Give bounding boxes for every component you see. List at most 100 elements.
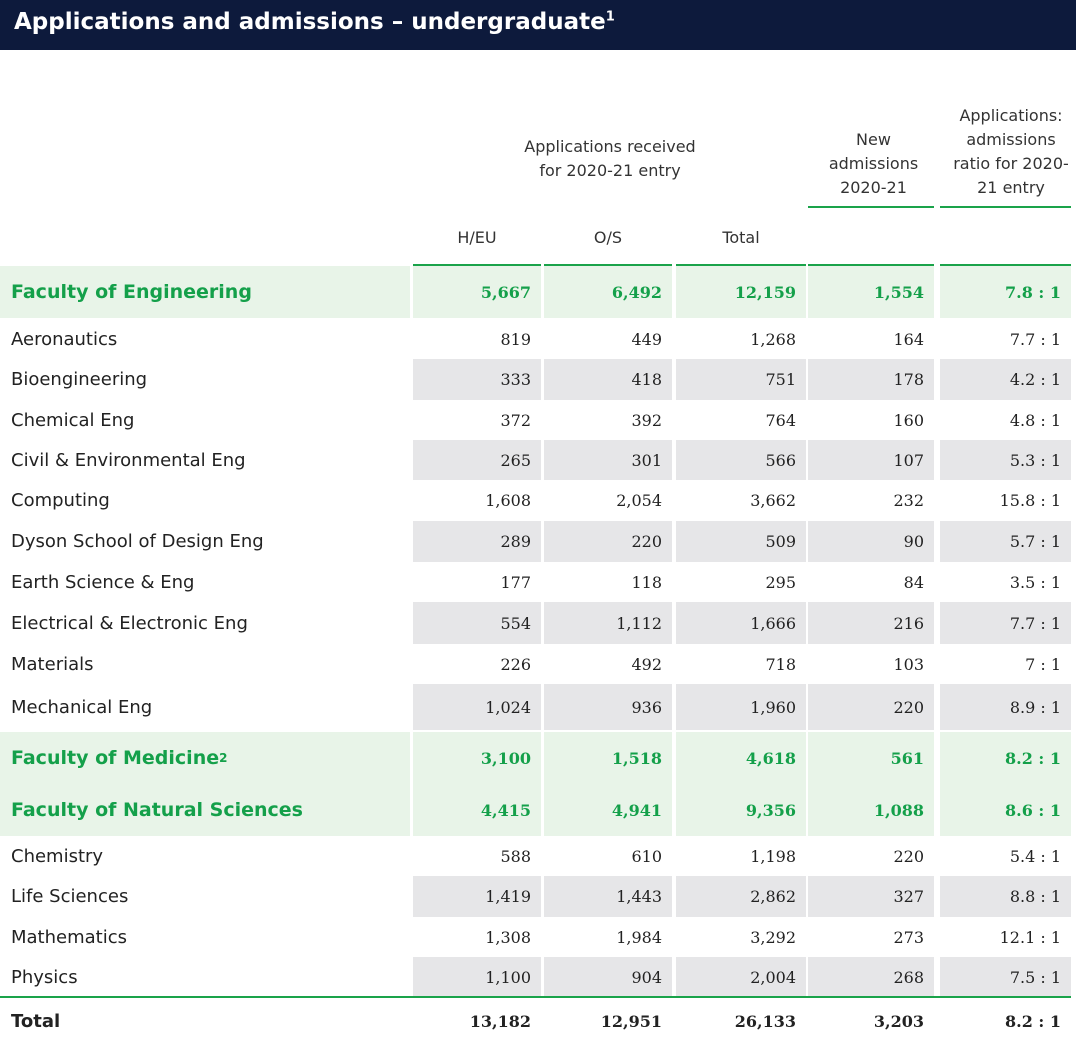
table-row: Electrical & Electronic Eng 554 1,112 1,666… — [0, 602, 1076, 644]
cell-new: 216 — [808, 602, 934, 644]
cell-ratio: 12.1 : 1 — [999, 927, 1061, 947]
total-rule — [0, 996, 1071, 998]
row-label: Faculty of Natural Sciences — [0, 784, 410, 836]
cell-ratio: 5.3 : 1 — [940, 440, 1071, 480]
cell-os: 4,941 — [544, 784, 672, 836]
row-label-text: Chemistry — [11, 845, 104, 867]
cell-os: 904 — [544, 957, 672, 997]
cell-total: 751 — [676, 359, 806, 400]
table-row: Chemical Eng 372 392 764 160 4.8 : 1 — [0, 400, 1076, 440]
cell-os: 936 — [544, 684, 672, 730]
row-label-text: Electrical & Electronic Eng — [11, 612, 248, 634]
row-label: Aeronautics — [0, 319, 410, 359]
row-label: Electrical & Electronic Eng — [0, 602, 410, 644]
cell-ratio: 5.7 : 1 — [940, 521, 1071, 562]
cell-total: 1,666 — [676, 602, 806, 644]
cell-total: 1,268 — [750, 329, 796, 349]
cell-ratio: 4.8 : 1 — [1009, 410, 1061, 430]
cell-ratio: 7.5 : 1 — [940, 957, 1071, 997]
header-rule — [940, 264, 1071, 266]
cell-os: 118 — [631, 572, 662, 592]
row-label: Faculty of Engineering — [0, 266, 410, 318]
cell-new: 1,554 — [808, 266, 934, 318]
cell-total: 12,159 — [676, 266, 806, 318]
cell-heu: 588 — [500, 846, 531, 866]
title-bar: Applications and admissions – undergradu… — [0, 0, 1076, 50]
header-heu: H/EU — [457, 228, 497, 247]
cell-heu: 226 — [500, 654, 531, 674]
table-row: Aeronautics 819 449 1,268 164 7.7 : 1 — [0, 319, 1076, 359]
row-label-text: Faculty of Medicine — [11, 747, 220, 769]
header-new-admissions: New admissions 2020-21 — [828, 130, 919, 197]
rule-new-admissions — [808, 206, 934, 208]
cell-heu: 1,308 — [485, 927, 531, 947]
cell-heu: 3,100 — [413, 732, 541, 784]
row-label: Mathematics — [0, 917, 410, 957]
faculty-row: Faculty of Medicine 2 3,100 1,518 4,618 561 8.… — [0, 732, 1076, 784]
table-row: Bioengineering 333 418 751 178 4.2 : 1 — [0, 359, 1076, 400]
table-row: Life Sciences 1,419 1,443 2,862 327 8.8 : 1 — [0, 876, 1076, 917]
cell-total: 26,133 — [734, 1011, 796, 1031]
title-text: Applications and admissions – undergradu… — [14, 9, 606, 35]
cell-ratio: 15.8 : 1 — [999, 491, 1061, 510]
cell-heu: 333 — [413, 359, 541, 400]
row-label-text: Aeronautics — [11, 328, 118, 350]
table-row: Computing 1,608 2,054 3,662 232 15.8 : 1 — [0, 480, 1076, 521]
cell-new: 107 — [808, 440, 934, 480]
cell-os: 1,984 — [616, 927, 662, 947]
total-row: Total 13,182 12,951 26,133 3,203 8.2 : 1 — [0, 1000, 1076, 1042]
row-label: Total — [0, 1000, 410, 1042]
row-label: Bioengineering — [0, 359, 410, 400]
cell-new: 90 — [808, 521, 934, 562]
cell-os: 392 — [631, 410, 662, 430]
cell-heu: 1,100 — [413, 957, 541, 997]
row-label-text: Materials — [11, 653, 94, 675]
title-footnote: 1 — [605, 9, 615, 25]
cell-ratio: 8.2 : 1 — [1004, 1011, 1061, 1031]
cell-heu: 289 — [413, 521, 541, 562]
cell-new: 3,203 — [873, 1011, 924, 1031]
cell-os: 492 — [631, 654, 662, 674]
cell-total: 509 — [676, 521, 806, 562]
row-footnote: 2 — [219, 751, 228, 765]
header-rule — [544, 264, 672, 266]
cell-os: 418 — [544, 359, 672, 400]
cell-new: 273 — [893, 927, 924, 947]
table-row: Chemistry 588 610 1,198 220 5.4 : 1 — [0, 836, 1076, 876]
cell-heu: 1,024 — [413, 684, 541, 730]
cell-new: 164 — [893, 329, 924, 349]
cell-ratio: 8.9 : 1 — [940, 684, 1071, 730]
row-label-text: Faculty of Natural Sciences — [11, 799, 303, 821]
header-total: Total — [722, 228, 760, 247]
cell-total: 1,198 — [750, 846, 796, 866]
header-rule — [413, 264, 541, 266]
cell-ratio: 7.8 : 1 — [940, 266, 1071, 318]
row-label-text: Mathematics — [11, 926, 127, 948]
header-ratio: Applications: admissions ratio for 2020-… — [953, 106, 1069, 197]
header-rule — [676, 264, 806, 266]
table-row: Dyson School of Design Eng 289 220 509 90 5.7… — [0, 521, 1076, 562]
row-label-text: Life Sciences — [11, 886, 129, 907]
cell-total: 3,292 — [750, 927, 796, 947]
cell-ratio: 8.6 : 1 — [940, 784, 1071, 836]
cell-os: 2,054 — [616, 491, 662, 510]
cell-ratio: 7 : 1 — [1025, 654, 1061, 674]
row-label-text: Civil & Environmental Eng — [11, 449, 246, 471]
cell-new: 1,088 — [808, 784, 934, 836]
row-label: Life Sciences — [0, 876, 410, 917]
cell-heu: 13,182 — [469, 1011, 531, 1031]
cell-total: 9,356 — [676, 784, 806, 836]
cell-os: 301 — [544, 440, 672, 480]
cell-total: 3,662 — [750, 491, 796, 510]
row-label-text: Total — [11, 1010, 61, 1032]
row-label-text: Physics — [11, 966, 78, 988]
cell-new: 220 — [893, 846, 924, 866]
row-label: Physics — [0, 957, 410, 997]
cell-ratio: 8.8 : 1 — [940, 876, 1071, 917]
cell-ratio: 5.4 : 1 — [1009, 846, 1061, 866]
row-label: Computing — [0, 480, 410, 521]
cell-new: 160 — [893, 410, 924, 430]
cell-os: 610 — [631, 846, 662, 866]
cell-heu: 177 — [500, 572, 531, 592]
cell-os: 1,112 — [544, 602, 672, 644]
